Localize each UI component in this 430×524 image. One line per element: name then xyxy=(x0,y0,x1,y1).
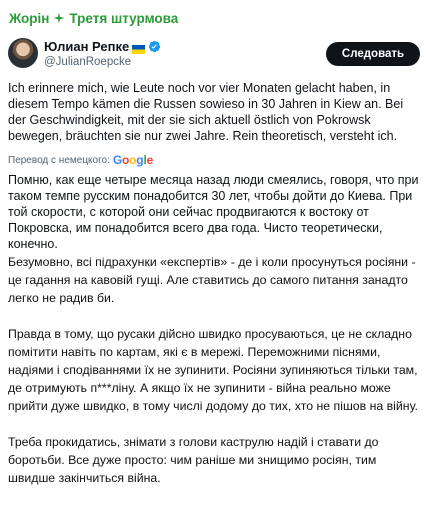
cross-icon xyxy=(53,12,65,24)
embedded-tweet: Юлиан Репке @JulianRoepcke Следовать Ich… xyxy=(4,32,426,256)
channel-name-right: Третя штурмова xyxy=(69,10,179,26)
author-handle[interactable]: @JulianRoepcke xyxy=(44,56,131,68)
channel-name-left: Жорін xyxy=(9,10,50,26)
comment-paragraph: Треба прокидатись, знімати з голови каст… xyxy=(8,435,379,485)
author-name-text: Юлиан Репке xyxy=(44,39,130,54)
post-comment: Безумовно, всі підрахунки «експертів» - … xyxy=(8,253,422,505)
avatar[interactable] xyxy=(8,38,38,68)
comment-paragraph: Правда в тому, що русаки дійсно швидко п… xyxy=(8,327,418,413)
tweet-author-row: Юлиан Репке @JulianRoepcke Следовать xyxy=(4,34,426,74)
comment-paragraph: Безумовно, всі підрахунки «експертів» - … xyxy=(8,255,416,305)
author-name[interactable]: Юлиан Репке xyxy=(44,39,161,54)
translation-attribution: Перевод с немецкого: Google xyxy=(8,153,153,167)
ukraine-flag-icon xyxy=(132,42,146,54)
tweet-translated-text: Помню, как еще четыре месяца назад люди … xyxy=(8,173,419,251)
tweet-original-text: Ich erinnere mich, wie Leute noch vor vi… xyxy=(8,81,404,143)
verified-badge-icon xyxy=(148,40,161,53)
translation-label: Перевод с немецкого: xyxy=(8,154,110,166)
google-logo: Google xyxy=(112,153,154,167)
channel-title[interactable]: Жорін Третя штурмова xyxy=(9,7,178,29)
follow-button[interactable]: Следовать xyxy=(326,42,420,66)
